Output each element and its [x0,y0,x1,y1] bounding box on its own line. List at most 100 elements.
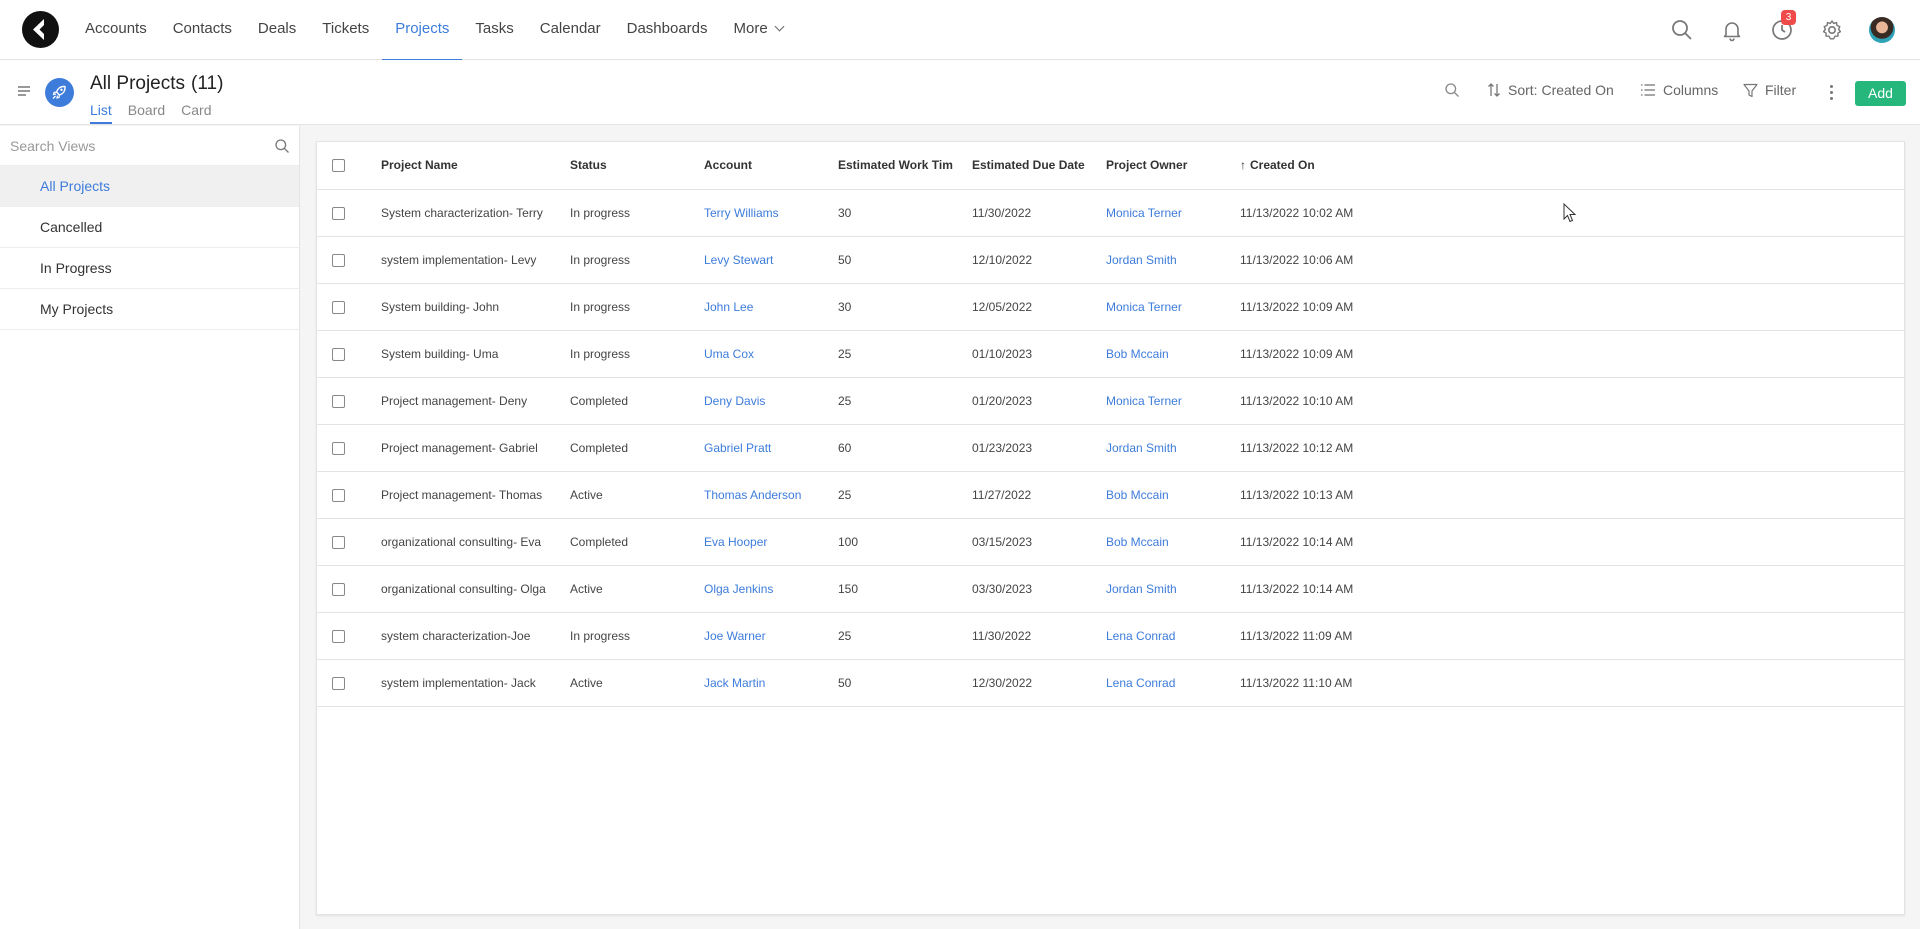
filter-button[interactable]: Filter [1743,82,1796,98]
search-views-input[interactable] [10,136,260,156]
cell-estimated-work-time: 25 [838,393,852,408]
user-avatar[interactable] [1869,17,1895,43]
column-header-estimated-due-date[interactable]: Estimated Due Date [972,142,1106,190]
cell-project-name: organizational consulting- Olga [381,581,546,596]
nav-more-menu[interactable]: More [721,0,796,60]
row-checkbox[interactable] [332,535,345,549]
nav-item-label: Tickets [322,20,370,37]
view-item-cancelled[interactable]: Cancelled [0,207,299,248]
add-button[interactable]: Add [1855,81,1906,106]
table-row[interactable]: Project management- Deny Completed Deny Da… [317,377,1904,425]
cell-account-link[interactable]: Levy Stewart [704,253,773,267]
row-checkbox[interactable] [332,253,345,267]
cell-project-owner-link[interactable]: Lena Conrad [1106,629,1175,643]
view-item-in-progress[interactable]: In Progress [0,248,299,289]
cell-account-link[interactable]: John Lee [704,300,753,314]
sort-label: Sort: Created On [1508,82,1614,98]
search-icon[interactable] [1670,18,1694,42]
cell-created-on: 11/13/2022 10:09 AM [1240,346,1354,361]
nav-item-dashboards[interactable]: Dashboards [614,0,721,60]
cell-project-name: System building- John [381,299,500,314]
tab-card[interactable]: Card [181,102,211,124]
cell-project-owner-link[interactable]: Jordan Smith [1106,582,1177,596]
table-row[interactable]: system characterization-Joe In progress Jo… [317,612,1904,660]
gear-icon[interactable] [1820,18,1844,42]
table-row[interactable]: System characterization- Terry In progres… [317,189,1904,237]
column-header-project-name[interactable]: Project Name [381,142,570,190]
row-checkbox[interactable] [332,629,345,643]
table-row[interactable]: organizational consulting- Olga Active Olg… [317,565,1904,613]
view-item-all-projects[interactable]: All Projects [0,166,299,207]
row-checkbox[interactable] [332,582,345,596]
table-row[interactable]: System building- John In progress John Lee… [317,283,1904,331]
cell-account-link[interactable]: Thomas Anderson [704,488,801,502]
nav-item-projects[interactable]: Projects [382,0,463,61]
cell-project-name: System characterization- Terry [381,205,543,220]
row-checkbox[interactable] [332,441,345,455]
cell-project-name: system implementation- Jack [381,675,536,690]
row-checkbox[interactable] [332,394,345,408]
cell-project-owner-link[interactable]: Monica Terner [1106,300,1182,314]
cell-status: Completed [570,440,629,455]
column-header-status[interactable]: Status [570,142,704,190]
select-all-checkbox[interactable] [332,159,345,173]
nav-item-label: Calendar [539,20,601,37]
row-checkbox[interactable] [332,488,345,502]
nav-item-accounts[interactable]: Accounts [72,0,160,60]
app-logo-icon[interactable] [22,11,59,48]
nav-item-deals[interactable]: Deals [245,0,309,60]
cell-project-name: organizational consulting- Eva [381,534,542,549]
nav-item-tickets[interactable]: Tickets [309,0,382,60]
cell-account-link[interactable]: Eva Hooper [704,535,767,549]
table-row[interactable]: organizational consulting- Eva Completed E… [317,518,1904,566]
column-header-account[interactable]: Account [704,142,838,190]
cell-account-link[interactable]: Terry Williams [704,206,779,220]
tab-list[interactable]: List [90,102,112,124]
row-checkbox[interactable] [332,206,345,220]
nav-item-tasks[interactable]: Tasks [462,0,526,60]
cell-status: Completed [570,534,629,549]
nav-item-label: Tasks [475,20,514,37]
search-icon[interactable] [274,138,290,159]
cell-project-owner-link[interactable]: Jordan Smith [1106,441,1177,455]
cell-account-link[interactable]: Jack Martin [704,676,765,690]
tab-board[interactable]: Board [128,102,165,124]
cell-account-link[interactable]: Deny Davis [704,394,765,408]
bell-icon[interactable] [1720,18,1744,42]
table-row[interactable]: Project management- Gabriel Completed Gabr… [317,424,1904,472]
list-search-button[interactable] [1444,82,1467,98]
more-options-icon[interactable] [1830,85,1834,103]
row-checkbox[interactable] [332,300,345,314]
cell-project-owner-link[interactable]: Bob Mccain [1106,488,1169,502]
nav-item-calendar[interactable]: Calendar [527,0,614,60]
sort-button[interactable]: Sort: Created On [1487,82,1614,98]
column-header-estimated-work-time[interactable]: Estimated Work Tim [838,142,972,190]
cell-project-owner-link[interactable]: Monica Terner [1106,206,1182,220]
row-checkbox[interactable] [332,347,345,361]
cell-created-on: 11/13/2022 10:10 AM [1240,393,1354,408]
cell-account-link[interactable]: Gabriel Pratt [704,441,771,455]
menu-toggle-icon[interactable] [18,86,30,98]
table-row[interactable]: system implementation- Levy In progress Le… [317,236,1904,284]
table-row[interactable]: System building- Uma In progress Uma Cox 25… [317,330,1904,378]
column-header-project-owner[interactable]: Project Owner [1106,142,1240,190]
nav-item-contacts[interactable]: Contacts [160,0,245,60]
cell-project-owner-link[interactable]: Bob Mccain [1106,535,1169,549]
cell-account-link[interactable]: Joe Warner [704,629,766,643]
table-row[interactable]: Project management- Thomas Active Thomas A… [317,471,1904,519]
table-row[interactable]: system implementation- Jack Active Jack Ma… [317,659,1904,707]
cell-created-on: 11/13/2022 10:02 AM [1240,205,1354,220]
views-list: All Projects Cancelled In Progress My Pr… [0,166,299,330]
cell-project-owner-link[interactable]: Lena Conrad [1106,676,1175,690]
cell-account-link[interactable]: Uma Cox [704,347,754,361]
cell-estimated-due-date: 03/15/2023 [972,534,1033,549]
columns-label: Columns [1663,82,1719,98]
cell-project-owner-link[interactable]: Monica Terner [1106,394,1182,408]
column-header-created-on[interactable]: ↑ Created On [1240,142,1420,190]
row-checkbox[interactable] [332,676,345,690]
view-item-my-projects[interactable]: My Projects [0,289,299,330]
cell-account-link[interactable]: Olga Jenkins [704,582,773,596]
columns-button[interactable]: Columns [1640,82,1718,98]
cell-project-owner-link[interactable]: Jordan Smith [1106,253,1177,267]
cell-project-owner-link[interactable]: Bob Mccain [1106,347,1169,361]
